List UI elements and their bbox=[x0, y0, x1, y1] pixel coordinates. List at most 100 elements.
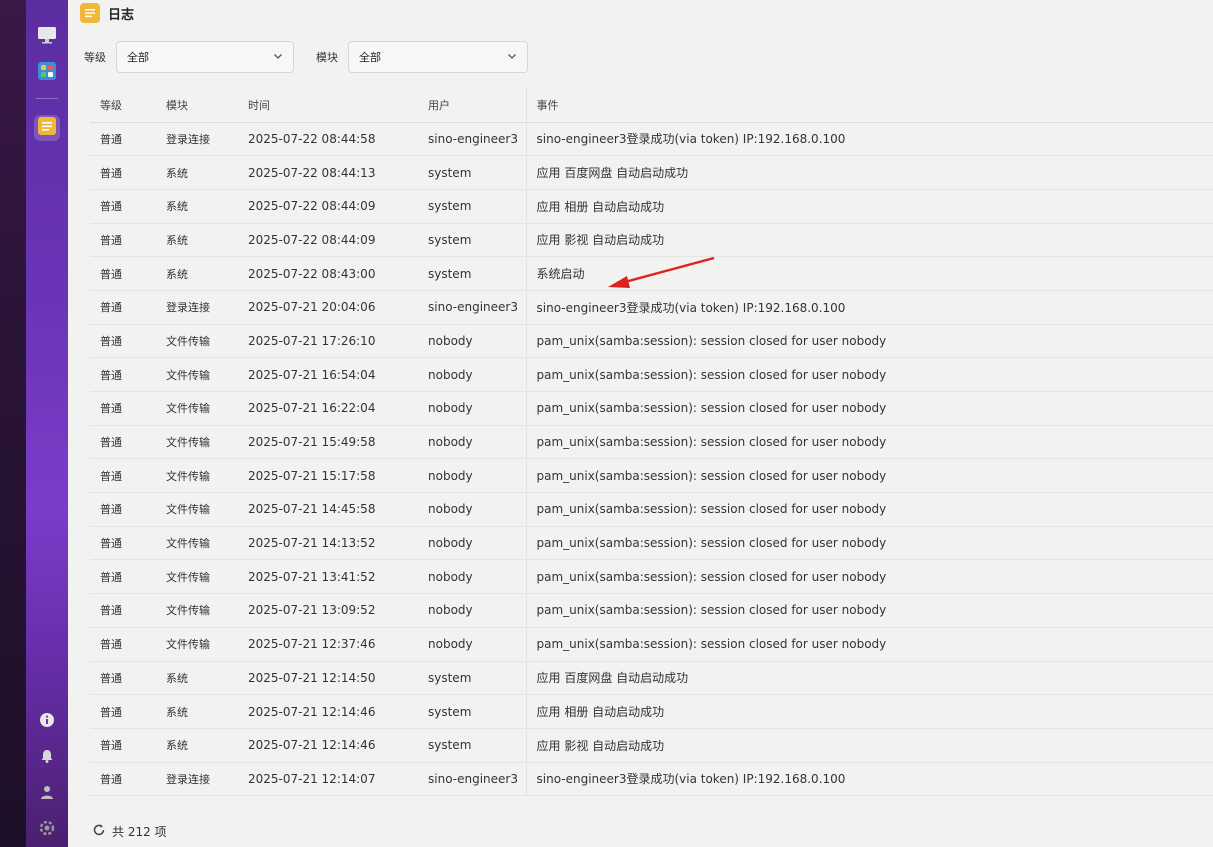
table-footer: 共 212 项 bbox=[92, 820, 167, 842]
cell-time: 2025-07-21 17:26:10 bbox=[238, 324, 418, 359]
cell-user: system bbox=[418, 155, 527, 190]
level-filter-select[interactable]: 全部 bbox=[116, 41, 294, 73]
total-count: 共 212 项 bbox=[112, 824, 167, 839]
cell-module: 文件传输 bbox=[156, 425, 238, 460]
column-header-level[interactable]: 等级 bbox=[90, 88, 156, 123]
sidebar-item-log[interactable] bbox=[34, 115, 60, 141]
cell-module: 文件传输 bbox=[156, 559, 238, 595]
table-row[interactable]: 普通 文件传输 2025-07-21 12:37:46 nobody pam_unix(… bbox=[90, 627, 1213, 662]
cell-event: 应用 影视 自动启动成功 bbox=[526, 728, 1213, 763]
table-row[interactable]: 普通 系统 2025-07-21 12:14:46 system 应用 相册 自动启动成… bbox=[90, 694, 1213, 729]
cell-user: nobody bbox=[418, 559, 527, 595]
cell-event: pam_unix(samba:session): session closed … bbox=[526, 593, 1213, 628]
cell-module: 系统 bbox=[156, 155, 238, 190]
cell-level: 普通 bbox=[90, 391, 156, 426]
cell-level: 普通 bbox=[90, 762, 156, 797]
table-row[interactable]: 普通 文件传输 2025-07-21 16:22:04 nobody pam_unix(… bbox=[90, 391, 1213, 426]
cell-module: 文件传输 bbox=[156, 391, 238, 426]
cell-module: 登录连接 bbox=[156, 762, 238, 797]
sidebar-item-apps[interactable] bbox=[34, 60, 60, 86]
cell-time: 2025-07-21 12:14:50 bbox=[238, 661, 418, 696]
user-button[interactable] bbox=[38, 785, 56, 803]
table-row[interactable]: 普通 文件传输 2025-07-21 14:13:52 nobody pam_unix(… bbox=[90, 526, 1213, 561]
cell-event: pam_unix(samba:session): session closed … bbox=[526, 627, 1213, 662]
monitor-icon bbox=[37, 26, 57, 48]
cell-time: 2025-07-22 08:44:58 bbox=[238, 122, 418, 157]
cell-event: pam_unix(samba:session): session closed … bbox=[526, 357, 1213, 392]
cell-time: 2025-07-21 12:14:07 bbox=[238, 762, 418, 797]
window-titlebar: 日志 bbox=[68, 0, 1213, 26]
user-icon bbox=[39, 784, 55, 804]
table-row[interactable]: 普通 系统 2025-07-21 12:14:46 system 应用 影视 自动启动成… bbox=[90, 728, 1213, 763]
table-row[interactable]: 普通 文件传输 2025-07-21 15:49:58 nobody pam_unix(… bbox=[90, 425, 1213, 460]
cell-level: 普通 bbox=[90, 492, 156, 527]
cell-user: nobody bbox=[418, 357, 527, 392]
cell-level: 普通 bbox=[90, 155, 156, 190]
cell-time: 2025-07-22 08:44:09 bbox=[238, 223, 418, 258]
sidebar-bottom bbox=[26, 695, 68, 839]
cell-time: 2025-07-21 12:14:46 bbox=[238, 694, 418, 729]
table-header-row: 等级 模块 时间 用户 事件 bbox=[90, 88, 1213, 123]
cell-module: 文件传输 bbox=[156, 357, 238, 392]
chevron-down-icon bbox=[507, 51, 517, 64]
table-row[interactable]: 普通 系统 2025-07-22 08:43:00 system 系统启动 bbox=[90, 256, 1213, 291]
column-header-event[interactable]: 事件 bbox=[526, 88, 1213, 123]
cell-user: nobody bbox=[418, 324, 527, 359]
table-row[interactable]: 普通 登录连接 2025-07-22 08:44:58 sino-engineer3 s… bbox=[90, 122, 1213, 157]
cell-module: 文件传输 bbox=[156, 324, 238, 359]
cell-level: 普通 bbox=[90, 425, 156, 460]
table-row[interactable]: 普通 文件传输 2025-07-21 16:54:04 nobody pam_unix(… bbox=[90, 357, 1213, 392]
cell-time: 2025-07-21 16:54:04 bbox=[238, 357, 418, 392]
cell-module: 文件传输 bbox=[156, 492, 238, 527]
info-button[interactable] bbox=[38, 713, 56, 731]
level-filter-value: 全部 bbox=[127, 51, 149, 64]
log-window: 日志 等级 全部 模块 全部 等级 模块 时间 用户 事件 普通 登录连接 20… bbox=[68, 0, 1213, 847]
notifications-button[interactable] bbox=[38, 749, 56, 767]
cell-module: 系统 bbox=[156, 694, 238, 729]
table-row[interactable]: 普通 文件传输 2025-07-21 13:09:52 nobody pam_unix(… bbox=[90, 593, 1213, 628]
cell-module: 文件传输 bbox=[156, 458, 238, 494]
cell-user: nobody bbox=[418, 593, 527, 628]
cell-module: 登录连接 bbox=[156, 122, 238, 157]
table-row[interactable]: 普通 登录连接 2025-07-21 20:04:06 sino-engineer3 s… bbox=[90, 290, 1213, 325]
cell-user: sino-engineer3 bbox=[418, 290, 527, 325]
table-row[interactable]: 普通 系统 2025-07-22 08:44:09 system 应用 相册 自动启动成… bbox=[90, 189, 1213, 224]
filter-bar: 等级 全部 模块 全部 bbox=[84, 40, 528, 74]
cell-user: nobody bbox=[418, 391, 527, 426]
cell-user: system bbox=[418, 223, 527, 258]
table-row[interactable]: 普通 登录连接 2025-07-21 12:14:07 sino-engineer3 s… bbox=[90, 762, 1213, 797]
refresh-icon[interactable] bbox=[92, 823, 112, 840]
info-icon bbox=[39, 712, 55, 732]
cell-level: 普通 bbox=[90, 526, 156, 561]
cell-time: 2025-07-21 14:45:58 bbox=[238, 492, 418, 527]
cell-event: 应用 相册 自动启动成功 bbox=[526, 189, 1213, 224]
table-row[interactable]: 普通 文件传输 2025-07-21 14:45:58 nobody pam_unix(… bbox=[90, 492, 1213, 527]
cell-module: 登录连接 bbox=[156, 290, 238, 325]
cell-time: 2025-07-21 14:13:52 bbox=[238, 526, 418, 561]
cell-user: nobody bbox=[418, 425, 527, 460]
cell-user: system bbox=[418, 661, 527, 696]
log-table-container[interactable]: 等级 模块 时间 用户 事件 普通 登录连接 2025-07-22 08:44:58… bbox=[90, 88, 1213, 810]
table-row[interactable]: 普通 系统 2025-07-22 08:44:13 system 应用 百度网盘 自动启… bbox=[90, 155, 1213, 190]
settings-button[interactable] bbox=[38, 820, 56, 839]
cell-user: system bbox=[418, 256, 527, 291]
cell-user: nobody bbox=[418, 526, 527, 561]
table-row[interactable]: 普通 文件传输 2025-07-21 17:26:10 nobody pam_unix(… bbox=[90, 324, 1213, 359]
table-row[interactable]: 普通 文件传输 2025-07-21 13:41:52 nobody pam_unix(… bbox=[90, 559, 1213, 595]
sidebar-item-desktop[interactable] bbox=[34, 24, 60, 50]
table-row[interactable]: 普通 系统 2025-07-22 08:44:09 system 应用 影视 自动启动成… bbox=[90, 223, 1213, 258]
column-header-time[interactable]: 时间 bbox=[238, 88, 418, 123]
module-filter-select[interactable]: 全部 bbox=[348, 41, 528, 73]
column-header-user[interactable]: 用户 bbox=[418, 88, 527, 123]
cell-user: system bbox=[418, 728, 527, 763]
table-row[interactable]: 普通 文件传输 2025-07-21 15:17:58 nobody pam_unix(… bbox=[90, 458, 1213, 494]
cell-module: 系统 bbox=[156, 256, 238, 291]
cell-level: 普通 bbox=[90, 458, 156, 494]
table-row[interactable]: 普通 系统 2025-07-21 12:14:50 system 应用 百度网盘 自动启… bbox=[90, 661, 1213, 696]
cell-level: 普通 bbox=[90, 627, 156, 662]
cell-event: 应用 影视 自动启动成功 bbox=[526, 223, 1213, 258]
cell-event: pam_unix(samba:session): session closed … bbox=[526, 492, 1213, 527]
column-header-module[interactable]: 模块 bbox=[156, 88, 238, 123]
cell-event: sino-engineer3登录成功(via token) IP:192.168… bbox=[526, 762, 1213, 797]
module-filter-value: 全部 bbox=[359, 51, 381, 64]
